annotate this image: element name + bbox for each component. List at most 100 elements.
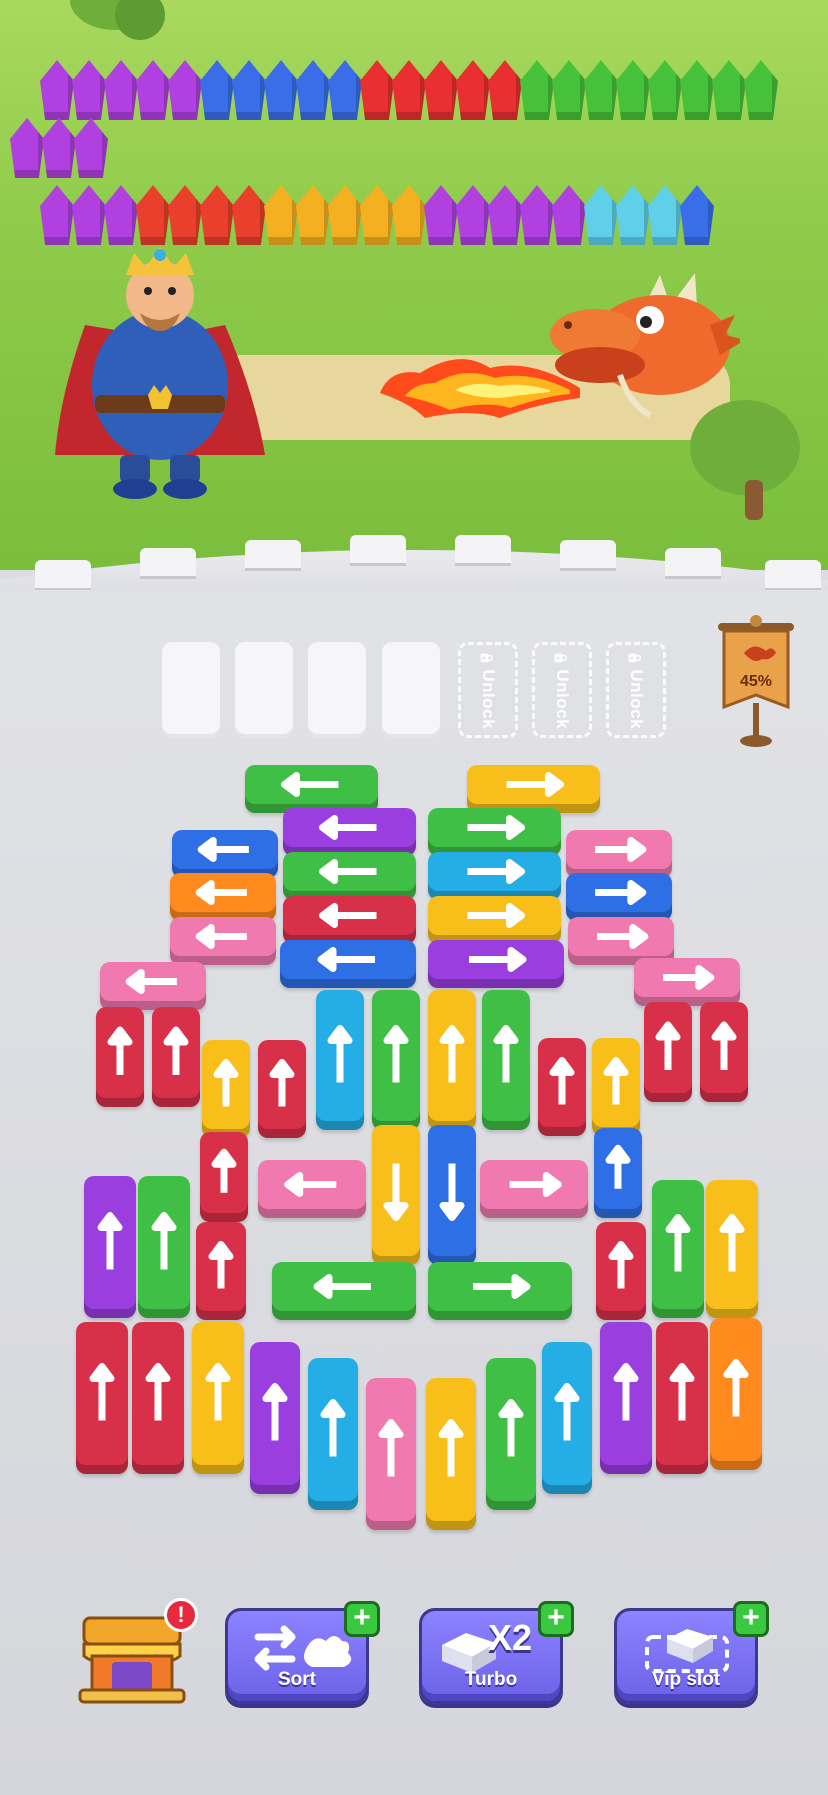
dragon-spike bbox=[10, 118, 44, 178]
red-block-up[interactable] bbox=[76, 1322, 128, 1474]
blue-block-right[interactable] bbox=[566, 873, 672, 921]
purple-block-up[interactable] bbox=[250, 1342, 300, 1494]
yellow-block-up[interactable] bbox=[428, 990, 476, 1130]
arrow-up-icon bbox=[208, 1240, 234, 1289]
holding-slot-locked[interactable]: Unlock bbox=[532, 642, 592, 738]
green-block-up[interactable] bbox=[486, 1358, 536, 1510]
add-sort-button[interactable]: + bbox=[344, 1601, 380, 1637]
purple-block-left[interactable] bbox=[283, 808, 416, 856]
arrow-right-icon bbox=[663, 965, 715, 990]
cyan-block-up[interactable] bbox=[542, 1342, 592, 1494]
blue-block-down[interactable] bbox=[428, 1125, 476, 1265]
dragon-spike bbox=[328, 60, 362, 120]
green-block-up[interactable] bbox=[138, 1176, 190, 1318]
holding-slot-locked[interactable]: Unlock bbox=[458, 642, 518, 738]
arrow-right-icon bbox=[469, 947, 527, 972]
progress-percent: 45% bbox=[739, 673, 773, 690]
arrow-right-icon bbox=[467, 815, 525, 840]
wall-crenel bbox=[245, 540, 301, 568]
add-vip-slot-button[interactable]: + bbox=[733, 1601, 769, 1637]
green-block-right[interactable] bbox=[428, 808, 561, 856]
vip-slot-button[interactable]: Vip slot + bbox=[614, 1601, 769, 1704]
yellow-block-right[interactable] bbox=[428, 896, 561, 944]
yellow-block-down[interactable] bbox=[372, 1125, 420, 1265]
arrow-up-icon bbox=[213, 1058, 239, 1107]
shop-button[interactable]: ! bbox=[72, 1598, 198, 1708]
green-block-up[interactable] bbox=[482, 990, 530, 1130]
arrow-left-icon bbox=[197, 837, 249, 862]
arrow-up-icon bbox=[163, 1026, 189, 1075]
add-turbo-button[interactable]: + bbox=[538, 1601, 574, 1637]
orange-block-left[interactable] bbox=[170, 873, 276, 921]
wall-crenel bbox=[350, 535, 406, 563]
yellow-block-right[interactable] bbox=[467, 765, 600, 813]
arrow-up-icon bbox=[655, 1021, 681, 1070]
dragon-spike bbox=[360, 185, 394, 245]
green-block-up[interactable] bbox=[652, 1180, 704, 1318]
pink-block-left[interactable] bbox=[258, 1160, 366, 1218]
shop-alert-badge: ! bbox=[164, 1598, 198, 1632]
pink-block-right[interactable] bbox=[566, 830, 672, 878]
red-block-up[interactable] bbox=[152, 1007, 200, 1107]
pink-block-right[interactable] bbox=[480, 1160, 588, 1218]
blue-block-up[interactable] bbox=[594, 1128, 642, 1218]
dragon-spike bbox=[424, 60, 458, 120]
yellow-block-up[interactable] bbox=[426, 1378, 476, 1530]
green-block-right[interactable] bbox=[428, 1262, 572, 1320]
pink-block-left[interactable] bbox=[100, 962, 206, 1010]
yellow-block-up[interactable] bbox=[202, 1040, 250, 1138]
arrow-right-icon bbox=[467, 903, 525, 928]
cyan-block-up[interactable] bbox=[316, 990, 364, 1130]
red-block-up[interactable] bbox=[700, 1002, 748, 1102]
red-block-up[interactable] bbox=[200, 1132, 248, 1222]
green-block-left[interactable] bbox=[245, 765, 378, 813]
green-block-left[interactable] bbox=[272, 1262, 416, 1320]
cyan-block-up[interactable] bbox=[308, 1358, 358, 1510]
yellow-block-up[interactable] bbox=[706, 1180, 758, 1318]
dragon-spike bbox=[680, 185, 714, 245]
purple-block-right[interactable] bbox=[428, 940, 564, 988]
red-block-up[interactable] bbox=[644, 1002, 692, 1102]
yellow-block-up[interactable] bbox=[592, 1038, 640, 1136]
holding-slot-empty bbox=[382, 642, 440, 738]
unlock-label: Unlock bbox=[626, 651, 646, 729]
blue-block-left[interactable] bbox=[280, 940, 416, 988]
dragon-spike bbox=[232, 60, 266, 120]
yellow-block-up[interactable] bbox=[192, 1322, 244, 1474]
pink-block-right[interactable] bbox=[634, 958, 740, 1006]
arrow-up-icon bbox=[89, 1363, 115, 1421]
red-block-up[interactable] bbox=[196, 1222, 246, 1320]
arrow-up-icon bbox=[97, 1212, 123, 1270]
sort-button[interactable]: Sort + bbox=[225, 1601, 380, 1704]
arrow-up-icon bbox=[383, 1025, 409, 1083]
sort-label: Sort bbox=[278, 1669, 316, 1690]
arrow-up-icon bbox=[145, 1363, 171, 1421]
holding-slot-locked[interactable]: Unlock bbox=[606, 642, 666, 738]
red-block-up[interactable] bbox=[132, 1322, 184, 1474]
wall-crenel bbox=[665, 548, 721, 576]
red-block-up[interactable] bbox=[656, 1322, 708, 1474]
dragon-spike bbox=[520, 185, 554, 245]
blue-block-left[interactable] bbox=[172, 830, 278, 878]
turbo-button[interactable]: X2 Turbo + bbox=[419, 1601, 574, 1704]
green-block-left[interactable] bbox=[283, 852, 416, 900]
green-block-up[interactable] bbox=[372, 990, 420, 1130]
pink-block-up[interactable] bbox=[366, 1378, 416, 1530]
arrow-up-icon bbox=[549, 1056, 575, 1105]
cyan-block-right[interactable] bbox=[428, 852, 561, 900]
red-block-up[interactable] bbox=[596, 1222, 646, 1320]
purple-block-up[interactable] bbox=[84, 1176, 136, 1318]
orange-block-up[interactable] bbox=[710, 1318, 762, 1470]
red-block-up[interactable] bbox=[96, 1007, 144, 1107]
dragon-spike bbox=[520, 60, 554, 120]
wall-crenel bbox=[765, 560, 821, 588]
pink-block-left[interactable] bbox=[170, 917, 276, 965]
red-block-up[interactable] bbox=[258, 1040, 306, 1138]
red-block-left[interactable] bbox=[283, 896, 416, 944]
purple-block-up[interactable] bbox=[600, 1322, 652, 1474]
arrow-up-icon bbox=[554, 1383, 580, 1441]
dragon-spike bbox=[744, 60, 778, 120]
red-block-up[interactable] bbox=[538, 1038, 586, 1136]
dragon-spike bbox=[392, 185, 426, 245]
arrow-up-icon bbox=[439, 1025, 465, 1083]
